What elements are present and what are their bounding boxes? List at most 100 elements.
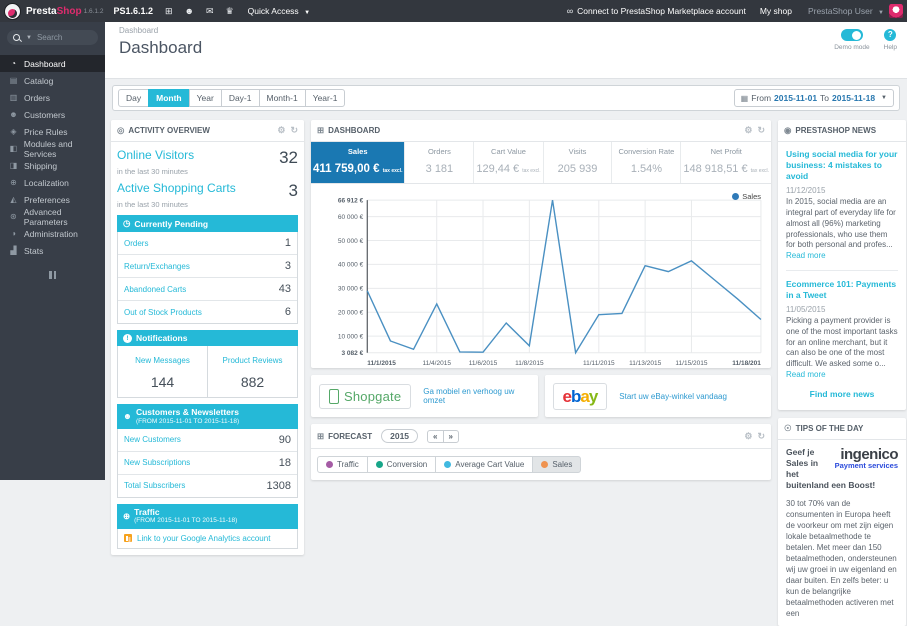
marketplace-link-icon [567,6,573,16]
forecast-sales-button[interactable]: Sales [532,456,582,473]
read-more-link[interactable]: Read more [786,370,826,379]
period-tabs: Day Month Year Day-1 Month-1 Year-1 [118,89,346,107]
svg-text:50 000 €: 50 000 € [338,238,364,245]
list-item: New Customers 90 [118,429,297,452]
sidebar-item-orders[interactable]: Orders [0,89,105,106]
online-visitors-link[interactable]: Online Visitors [117,148,194,162]
customers-quick-icon[interactable] [185,6,194,16]
sidebar-item-administration[interactable]: Administration [0,225,105,242]
shopgate-link[interactable]: Ga mobiel en verhoog uw omzet [423,387,529,405]
svg-text:10 000 €: 10 000 € [338,333,364,340]
gear-icon[interactable] [277,125,285,136]
svg-text:66 912 €: 66 912 € [338,197,364,204]
ebay-logo: ebay [552,382,608,410]
find-more-news-link[interactable]: Find more news [786,389,898,399]
google-analytics-link[interactable]: Link to your Google Analytics account [137,534,270,543]
news-article-title[interactable]: Ecommerce 101: Payments in a Tweet [786,279,898,301]
active-carts-sub: in the last 30 minutes [117,200,188,209]
brand-name[interactable]: PrestaShop [26,6,82,17]
date-toolbar: Day Month Year Day-1 Month-1 Year-1 From… [112,85,900,111]
svg-text:11/8/2015: 11/8/2015 [515,360,544,367]
shopgate-banner[interactable]: Shopgate Ga mobiel en verhoog uw omzet [311,375,538,417]
user-avatar[interactable] [889,4,903,18]
activity-overview-panel: ACTIVITY OVERVIEW Online Visitors 32 in t… [111,120,304,555]
forecast-conversion-button[interactable]: Conversion [366,456,437,473]
pending-list: Orders 1 Return/Exchanges 3 Abandoned Cart… [117,232,298,324]
cart-icon[interactable] [165,6,173,17]
badges-icon[interactable] [226,6,234,17]
forecast-metric-buttons: Traffic Conversion Average Cart Value Sa… [311,449,771,480]
refresh-icon[interactable] [290,125,298,136]
stat-cart-value[interactable]: Cart Value 129,44 € tax excl. [473,142,542,183]
refresh-icon[interactable] [757,125,765,136]
sidebar-search[interactable]: ▼ [7,30,99,45]
dashboard-panel-title: DASHBOARD [328,126,381,135]
user-menu[interactable]: PrestaShop User ▼ [808,6,884,16]
tag-icon [9,127,18,136]
tab-month-1[interactable]: Month-1 [258,89,306,107]
sidebar-item-localization[interactable]: Localization [0,174,105,191]
forecast-prev-button[interactable]: « [427,429,444,443]
sidebar-item-price-rules[interactable]: Price Rules [0,123,105,140]
list-item: Link to your Google Analytics account [118,529,297,548]
stat-visits[interactable]: Visits 205 939 [542,142,612,183]
svg-text:3 082 €: 3 082 € [341,350,363,357]
chart-legend-sales[interactable]: Sales [732,192,761,201]
gear-icon[interactable] [744,125,752,136]
tab-day-1[interactable]: Day-1 [220,89,260,107]
online-visitors-sub: in the last 30 minutes [117,167,188,176]
stat-sales[interactable]: Sales 411 759,00 € tax excl. [311,142,405,183]
sidebar-item-modules[interactable]: Modules and Services [0,139,105,159]
stat-net-profit[interactable]: Net Profit 148 918,51 € tax excl. [680,142,771,183]
read-more-link[interactable]: Read more [786,251,826,260]
sidebar-item-customers[interactable]: Customers [0,106,105,123]
list-item: New Messages 144 [135,356,190,390]
sidebar-item-shipping[interactable]: Shipping [0,157,105,174]
prestashop-logo[interactable] [4,2,21,20]
stat-conversion-rate[interactable]: Conversion Rate 1.54% [611,142,680,183]
sidebar-item-dashboard[interactable]: Dashboard [0,55,105,72]
quick-access-menu[interactable]: Quick Access ▼ [248,6,310,16]
sidebar-item-preferences[interactable]: Preferences [0,191,105,208]
list-item: Orders 1 [118,232,297,255]
tab-year[interactable]: Year [188,89,222,107]
forecast-avg-cart-value-button[interactable]: Average Cart Value [435,456,534,473]
forecast-panel: FORECAST 2015 « » Traffic Conversion Ave… [311,424,771,480]
date-from: 2015-11-01 [774,93,818,103]
news-article-title[interactable]: Using social media for your business: 4 … [786,149,898,182]
tab-month[interactable]: Month [148,89,190,107]
globe-icon [9,178,18,187]
svg-text:20 000 €: 20 000 € [338,310,364,317]
conversion-dot-icon [375,461,383,468]
tab-year-1[interactable]: Year-1 [304,89,346,107]
sidebar: ▼ Dashboard Catalog Orders Customers Pri… [0,22,105,480]
my-shop-link[interactable]: My shop [760,6,792,16]
gear-icon[interactable] [744,431,752,442]
brand-shop: Shop [56,5,82,17]
forecast-next-button[interactable]: » [442,429,459,443]
active-carts-link[interactable]: Active Shopping Carts [117,181,236,195]
notifications-header: ! Notifications [117,330,298,346]
svg-text:11/4/2015: 11/4/2015 [422,360,451,367]
demo-mode-toggle[interactable] [840,29,863,41]
refresh-icon[interactable] [757,431,765,442]
messages-icon[interactable] [206,6,214,17]
sidebar-collapse-button[interactable] [48,271,58,279]
help-icon[interactable]: ? [884,29,897,41]
svg-text:11/18/201: 11/18/201 [732,360,761,367]
forecast-traffic-button[interactable]: Traffic [317,456,368,473]
sidebar-item-advanced-parameters[interactable]: Advanced Parameters [0,207,105,227]
sidebar-item-stats[interactable]: Stats [0,242,105,259]
search-input[interactable] [34,32,99,43]
tab-day[interactable]: Day [118,89,150,107]
ebay-banner[interactable]: ebay Start uw eBay-winkel vandaag [544,375,771,417]
sidebar-item-catalog[interactable]: Catalog [0,72,105,89]
svg-text:30 000 €: 30 000 € [338,286,364,293]
marketplace-link[interactable]: Connect to PrestaShop Marketplace accoun… [577,6,746,16]
ebay-link[interactable]: Start uw eBay-winkel vandaag [619,392,727,401]
breadcrumb[interactable]: Dashboard [119,26,158,35]
stat-orders[interactable]: Orders 3 181 [404,142,473,183]
date-range-picker[interactable]: From2015-11-01 To2015-11-18 ▼ [733,89,894,107]
search-scope-caret-icon[interactable]: ▼ [26,35,32,41]
sales-chart-svg: 66 912 € 60 000 € 50 000 € 40 000 € 30 000 €… [338,197,762,367]
